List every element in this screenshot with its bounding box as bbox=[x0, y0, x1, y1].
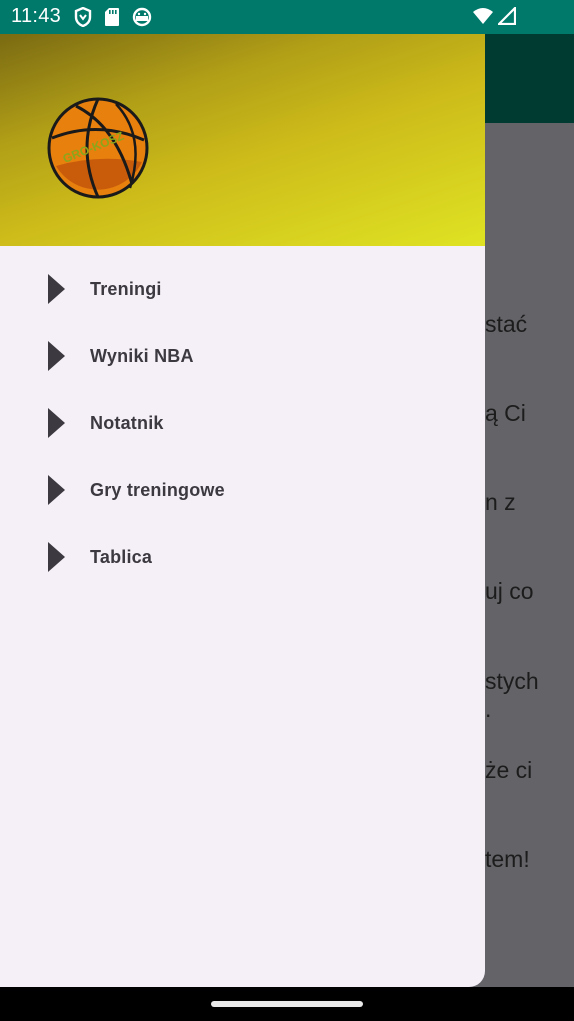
menu-item-label: Gry treningowe bbox=[90, 480, 225, 500]
status-bar: 11:43 bbox=[0, 0, 574, 34]
navigation-drawer: GRO-KOSZ Treningi Wyniki NBA Notatnik Gr… bbox=[0, 34, 485, 987]
system-nav-bar bbox=[0, 987, 574, 1021]
sd-card-icon bbox=[105, 8, 119, 26]
background-text-fragment: . bbox=[485, 696, 492, 722]
background-text-fragment: tem! bbox=[485, 846, 530, 872]
vpn-shield-icon bbox=[74, 7, 92, 27]
menu-item-label: Wyniki NBA bbox=[90, 346, 194, 366]
background-text-fragment: n z bbox=[485, 489, 516, 515]
menu-item-label: Treningi bbox=[90, 279, 162, 299]
home-gesture-handle[interactable] bbox=[211, 1001, 363, 1007]
play-arrow-icon bbox=[48, 542, 65, 572]
menu-item-notatnik[interactable]: Notatnik bbox=[0, 390, 485, 457]
background-text-fragment: ą Ci bbox=[485, 400, 526, 426]
android-face-icon bbox=[132, 7, 152, 27]
menu-item-label: Tablica bbox=[90, 547, 153, 567]
background-text-fragment: stych bbox=[485, 668, 539, 694]
drawer-header: GRO-KOSZ bbox=[0, 34, 485, 246]
background-text-fragment: że ci bbox=[485, 757, 533, 783]
play-arrow-icon bbox=[48, 341, 65, 371]
play-arrow-icon bbox=[48, 274, 65, 304]
status-time: 11:43 bbox=[11, 5, 62, 27]
background-text-fragment: stać bbox=[485, 311, 528, 337]
cell-signal-icon bbox=[498, 7, 516, 25]
menu-item-tablica[interactable]: Tablica bbox=[0, 524, 485, 591]
status-icons-left bbox=[74, 7, 152, 27]
menu-item-label: Notatnik bbox=[90, 413, 164, 433]
status-icons-right bbox=[472, 7, 516, 25]
menu-item-treningi[interactable]: Treningi bbox=[0, 256, 485, 323]
background-text-fragment: uj co bbox=[485, 578, 534, 604]
play-arrow-icon bbox=[48, 408, 65, 438]
menu-item-gry-treningowe[interactable]: Gry treningowe bbox=[0, 457, 485, 524]
menu-item-wyniki-nba[interactable]: Wyniki NBA bbox=[0, 323, 485, 390]
drawer-menu: Treningi Wyniki NBA Notatnik Gry trening… bbox=[0, 256, 485, 591]
wifi-icon bbox=[473, 8, 493, 24]
play-arrow-icon bbox=[48, 475, 65, 505]
basketball-logo-icon: GRO-KOSZ bbox=[47, 97, 149, 199]
